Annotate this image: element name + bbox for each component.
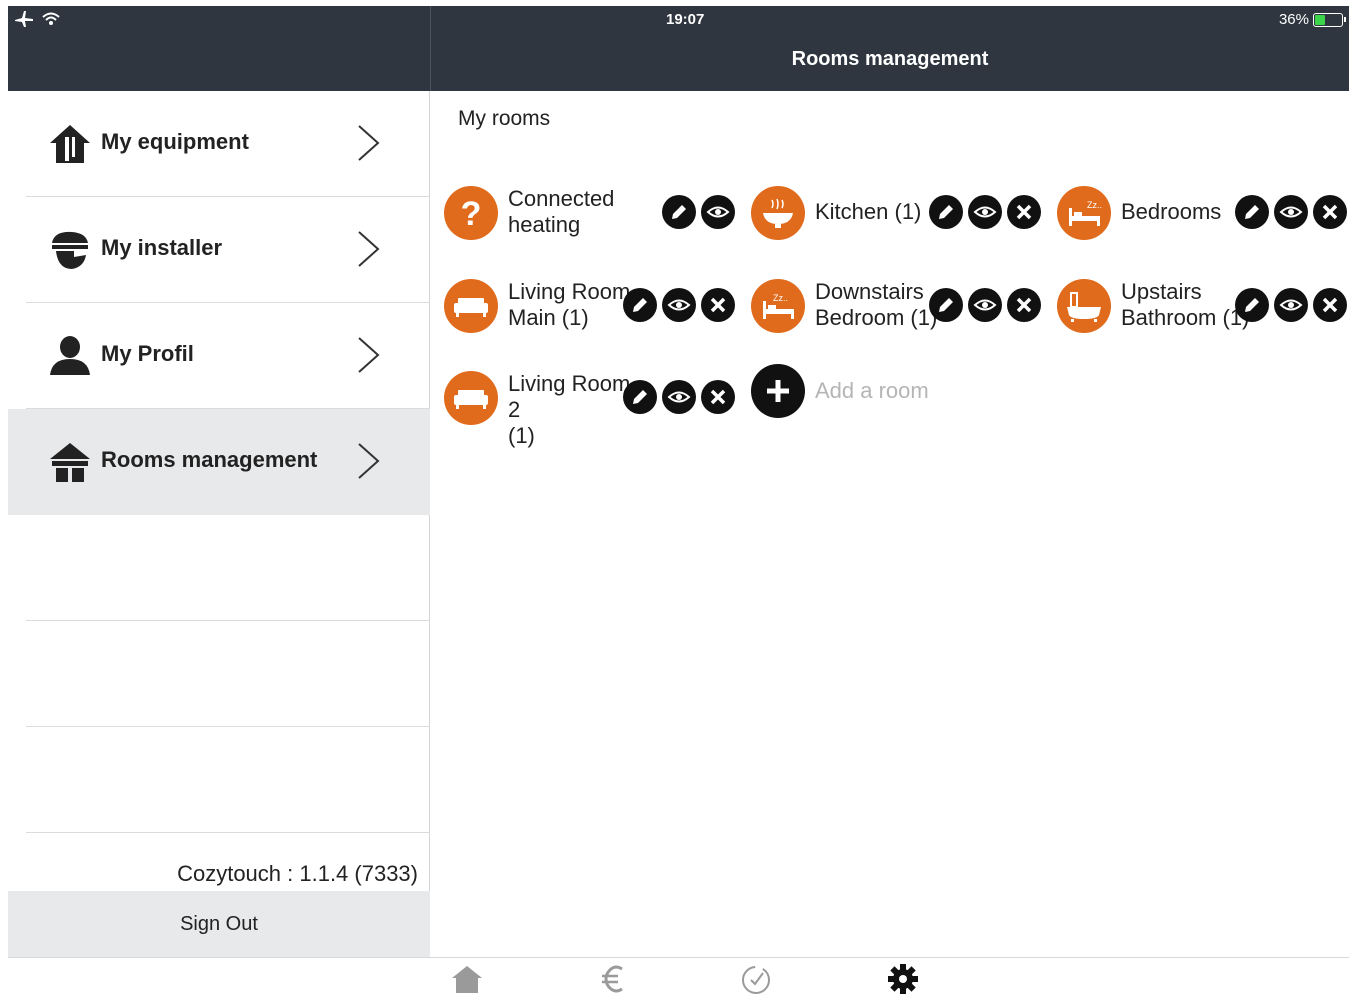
- svg-text:Zz..: Zz..: [773, 293, 788, 303]
- room-item[interactable]: Living Room 2 (1): [444, 371, 744, 448]
- edit-room-button[interactable]: [662, 195, 696, 229]
- delete-room-button[interactable]: [1007, 195, 1041, 229]
- edit-room-button[interactable]: [623, 288, 657, 322]
- view-room-button[interactable]: [662, 380, 696, 414]
- edit-room-button[interactable]: [623, 380, 657, 414]
- delete-room-button[interactable]: [1313, 288, 1347, 322]
- room-name: Bedrooms: [1121, 199, 1222, 224]
- sidebar-item-my-profil[interactable]: My Profil: [8, 303, 430, 409]
- sofa-icon: [444, 371, 498, 425]
- sidebar-item-label: My installer: [101, 235, 223, 260]
- edit-room-button[interactable]: [929, 195, 963, 229]
- euro-tab-icon[interactable]: [596, 963, 630, 994]
- plus-icon: [767, 380, 789, 402]
- view-room-button[interactable]: [968, 195, 1002, 229]
- status-icons: [14, 10, 60, 28]
- svg-text:?: ?: [461, 195, 482, 233]
- room-item[interactable]: Zz.. Downstairs Bedroom (1): [751, 279, 1051, 339]
- room-item[interactable]: ? Connected heating: [444, 186, 744, 246]
- add-room-button[interactable]: [751, 364, 805, 418]
- room-item[interactable]: Kitchen (1): [751, 186, 1051, 246]
- cooking-pot-icon: [751, 186, 805, 240]
- sidebar-item-label: My equipment: [101, 129, 249, 154]
- room-name: Upstairs Bathroom (1): [1121, 279, 1250, 330]
- tab-bar: [8, 957, 1349, 994]
- timer-tab-icon[interactable]: [739, 963, 773, 994]
- bed-icon: Zz..: [751, 279, 805, 333]
- sidebar-item-label: My Profil: [101, 341, 194, 366]
- edit-room-button[interactable]: [929, 288, 963, 322]
- page-title: Rooms management: [791, 48, 989, 70]
- profile-icon: [50, 336, 90, 375]
- battery-icon: [1313, 12, 1346, 27]
- equipment-icon: [50, 125, 90, 163]
- chevron-right-icon: [358, 231, 380, 267]
- battery-percent: 36%: [1278, 11, 1309, 28]
- bed-icon: Zz..: [1057, 186, 1111, 240]
- room-item[interactable]: Living Room Main (1): [444, 279, 744, 339]
- airplane-icon: [15, 11, 33, 27]
- top-bar: 19:07 36% Rooms management: [8, 6, 1349, 91]
- empty-row: [8, 727, 430, 833]
- room-name: Connected heating: [508, 186, 615, 237]
- bathtub-icon: [1057, 279, 1111, 333]
- wifi-icon: [42, 12, 60, 25]
- room-name: Living Room 2 (1): [508, 371, 631, 448]
- app-version: Cozytouch : 1.1.4 (7333): [177, 861, 418, 886]
- svg-text:Zz..: Zz..: [1087, 200, 1102, 210]
- view-room-button[interactable]: [662, 288, 696, 322]
- edit-room-button[interactable]: [1235, 195, 1269, 229]
- edit-room-button[interactable]: [1235, 288, 1269, 322]
- room-name: Living Room Main (1): [508, 279, 631, 330]
- sign-out-button[interactable]: Sign Out: [8, 891, 430, 957]
- view-room-button[interactable]: [968, 288, 1002, 322]
- view-room-button[interactable]: [1274, 288, 1308, 322]
- view-room-button[interactable]: [701, 195, 735, 229]
- settings-tab-icon[interactable]: [886, 963, 920, 994]
- house-icon: [50, 443, 90, 482]
- chevron-right-icon: [358, 125, 380, 161]
- chevron-right-icon: [358, 443, 380, 479]
- empty-row: [8, 515, 430, 621]
- sidebar: My equipment My installer My Profil Room…: [8, 91, 430, 957]
- question-icon: ?: [444, 186, 498, 240]
- delete-room-button[interactable]: [1007, 288, 1041, 322]
- battery-status: 36%: [1278, 11, 1346, 28]
- view-room-button[interactable]: [1274, 195, 1308, 229]
- room-name: Kitchen (1): [815, 199, 922, 224]
- installer-icon: [52, 231, 88, 269]
- rooms-panel: My rooms ? Connected heating Kitchen (1)…: [431, 91, 1349, 957]
- section-title: My rooms: [458, 107, 551, 130]
- status-time: 19:07: [666, 11, 705, 28]
- sidebar-item-my-equipment[interactable]: My equipment: [8, 91, 430, 197]
- chevron-right-icon: [358, 337, 380, 373]
- home-tab-icon[interactable]: [450, 963, 484, 994]
- delete-room-button[interactable]: [1313, 195, 1347, 229]
- empty-row: [8, 621, 430, 727]
- delete-room-button[interactable]: [701, 288, 735, 322]
- sofa-icon: [444, 279, 498, 333]
- delete-room-button[interactable]: [701, 380, 735, 414]
- sidebar-item-my-installer[interactable]: My installer: [8, 197, 430, 303]
- sidebar-item-rooms-management[interactable]: Rooms management: [8, 409, 430, 515]
- add-room-label[interactable]: Add a room: [815, 378, 929, 404]
- sidebar-item-label: Rooms management: [101, 447, 318, 472]
- room-name: Downstairs Bedroom (1): [815, 279, 938, 330]
